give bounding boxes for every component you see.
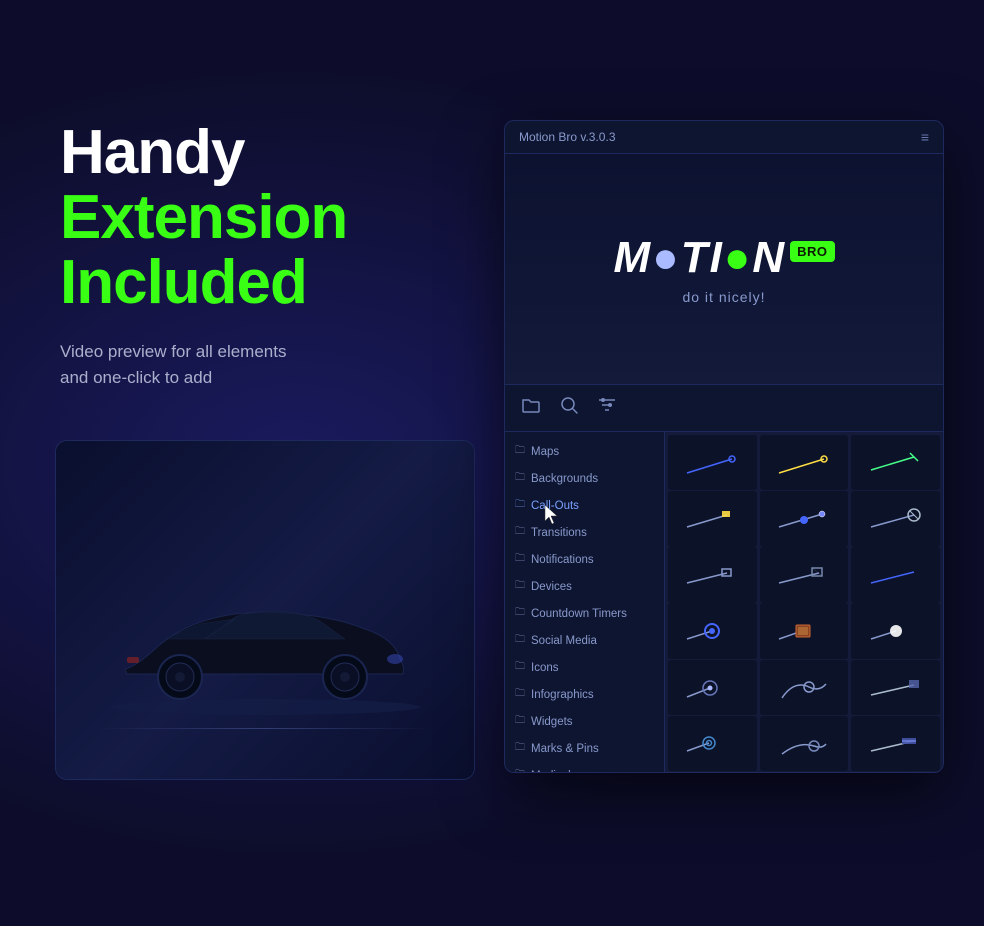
folder-icon: 🗀	[515, 605, 525, 622]
grid-cell-15[interactable]	[851, 660, 940, 715]
extension-panel: Motion Bro v.3.0.3 ≡ M●TI●N BRO do it ni…	[504, 120, 944, 773]
grid-cell-3[interactable]	[851, 435, 940, 490]
grid-cell-6[interactable]	[851, 491, 940, 546]
grid-cell-13[interactable]	[668, 660, 757, 715]
folder-icon: 🗀	[515, 470, 525, 487]
title-line2: Extension	[60, 183, 347, 252]
folder-icon: 🗀	[515, 632, 525, 649]
folder-icon: 🗀	[515, 767, 525, 772]
grid-cell-2[interactable]	[760, 435, 849, 490]
car-image	[105, 559, 425, 719]
car-inner	[56, 441, 474, 779]
grid-cell-17[interactable]	[760, 716, 849, 771]
car-panel	[55, 440, 475, 780]
road-line	[98, 728, 432, 729]
grid-cell-12[interactable]	[851, 603, 940, 658]
subtitle: Video preview for all elements and one-c…	[60, 339, 347, 390]
menu-icon[interactable]: ≡	[921, 129, 929, 145]
titlebar: Motion Bro v.3.0.3 ≡	[505, 121, 943, 154]
sidebar-item-devices[interactable]: 🗀 Devices	[505, 573, 664, 600]
ext-toolbar	[505, 384, 943, 432]
bro-badge: BRO	[790, 241, 834, 262]
left-section: Handy Extension Included Video preview f…	[60, 120, 347, 390]
sidebar-item-infographics[interactable]: 🗀 Infographics	[505, 681, 664, 708]
folder-icon: 🗀	[515, 524, 525, 541]
sidebar-item-backgrounds[interactable]: 🗀 Backgrounds	[505, 465, 664, 492]
folder-icon: 🗀	[515, 740, 525, 757]
filter-tool-icon[interactable]	[597, 396, 617, 420]
folder-icon: 🗀	[515, 497, 525, 514]
folder-icon: 🗀	[515, 686, 525, 703]
sidebar-item-medical[interactable]: 🗀 Medical	[505, 762, 664, 772]
ext-sidebar: 🗀 Maps 🗀 Backgrounds 🗀 Call-Outs 🗀 Trans…	[505, 432, 665, 772]
folder-icon: 🗀	[515, 578, 525, 595]
folder-icon: 🗀	[515, 443, 525, 460]
tagline: do it nicely!	[682, 289, 765, 305]
grid-cell-10[interactable]	[668, 603, 757, 658]
sidebar-item-countdown[interactable]: 🗀 Countdown Timers	[505, 600, 664, 627]
sidebar-item-marks[interactable]: 🗀 Marks & Pins	[505, 735, 664, 762]
motion-text: M●TI●N	[613, 233, 786, 283]
grid-cell-5[interactable]	[760, 491, 849, 546]
grid-cell-18[interactable]	[851, 716, 940, 771]
folder-icon: 🗀	[515, 551, 525, 568]
search-tool-icon[interactable]	[559, 395, 579, 421]
sidebar-item-maps[interactable]: 🗀 Maps	[505, 438, 664, 465]
title-line3: Included	[60, 248, 307, 317]
sidebar-item-callouts[interactable]: 🗀 Call-Outs	[505, 492, 664, 519]
main-title: Handy Extension Included	[60, 120, 347, 315]
grid-cell-1[interactable]	[668, 435, 757, 490]
grid-cell-11[interactable]	[760, 603, 849, 658]
title-line1: Handy	[60, 118, 244, 187]
grid-cell-8[interactable]	[760, 547, 849, 602]
app-title: Motion Bro v.3.0.3	[519, 130, 616, 144]
grid-cell-7[interactable]	[668, 547, 757, 602]
sidebar-item-notifications[interactable]: 🗀 Notifications	[505, 546, 664, 573]
sidebar-item-transitions[interactable]: 🗀 Transitions	[505, 519, 664, 546]
folder-icon: 🗀	[515, 659, 525, 676]
ext-grid	[665, 432, 943, 772]
sidebar-item-widgets[interactable]: 🗀 Widgets	[505, 708, 664, 735]
sidebar-item-socialmedia[interactable]: 🗀 Social Media	[505, 627, 664, 654]
sidebar-item-icons[interactable]: 🗀 Icons	[505, 654, 664, 681]
grid-cell-9[interactable]	[851, 547, 940, 602]
logo-area: M●TI●N BRO do it nicely!	[505, 154, 943, 384]
folder-tool-icon[interactable]	[521, 396, 541, 420]
motion-logo: M●TI●N BRO	[613, 233, 834, 283]
folder-icon: 🗀	[515, 713, 525, 730]
grid-cell-14[interactable]	[760, 660, 849, 715]
grid-cell-16[interactable]	[668, 716, 757, 771]
grid-cell-4[interactable]	[668, 491, 757, 546]
ext-content: 🗀 Maps 🗀 Backgrounds 🗀 Call-Outs 🗀 Trans…	[505, 432, 943, 772]
